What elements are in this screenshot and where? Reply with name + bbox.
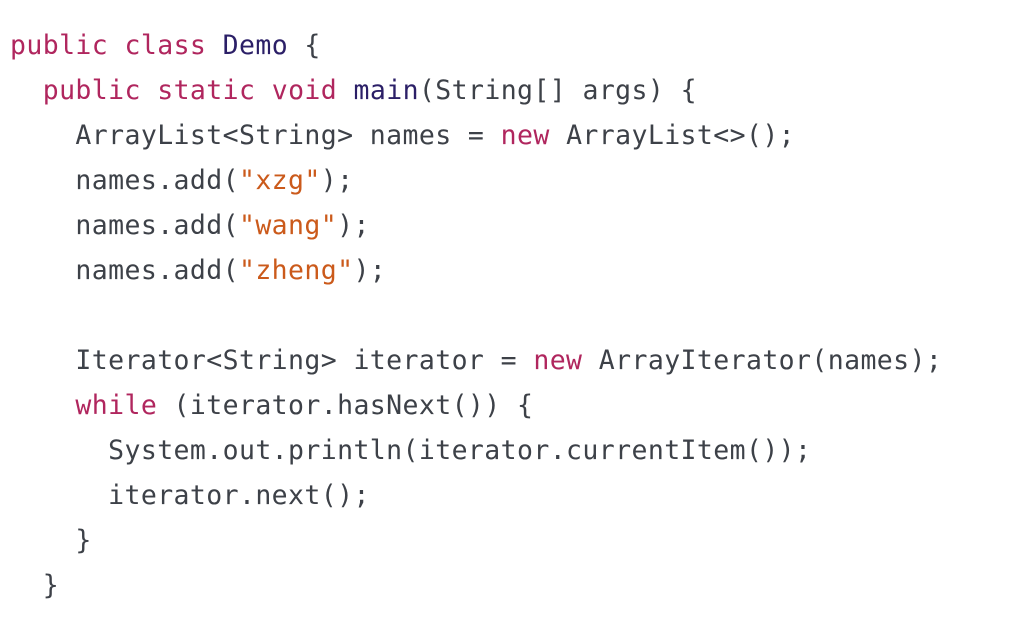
code-line: ArrayList<String> names = new ArrayList<… [10,113,942,158]
code-line: public class Demo { [10,23,942,68]
code-token-string: "xzg" [238,165,321,196]
code-token-keyword: void [271,75,338,106]
code-block: public class Demo { public static void m… [10,23,942,608]
code-token-default [108,30,124,61]
code-line: } [10,563,942,608]
code-token-class-name: Demo [222,30,289,61]
code-token-default: System.out.println(iterator.currentItem(… [108,435,812,466]
code-token-default: ArrayList<String> names = [75,120,501,151]
code-token-keyword: new [533,345,583,376]
code-token-default: ); [353,255,387,286]
code-token-default: { [288,30,321,61]
code-token-default: ); [337,210,370,241]
code-token-default: iterator.next(); [108,480,370,511]
code-token-keyword: class [124,30,207,61]
code-line: System.out.println(iterator.currentItem(… [10,428,942,473]
code-line: Iterator<String> iterator = new ArrayIte… [10,338,942,383]
code-token-default: Iterator<String> iterator = [75,345,534,376]
code-token-keyword: static [157,75,256,106]
code-line: names.add("wang"); [10,203,942,248]
code-token-default: } [42,570,60,601]
code-token-method-name: main [353,75,419,106]
code-token-default [206,30,222,61]
code-line: } [10,518,942,563]
code-token-default: } [75,525,92,556]
code-line: names.add("xzg"); [10,158,942,203]
code-token-default: ArrayList<>(); [549,120,796,151]
code-token-default: ArrayIterator(names); [582,345,943,376]
code-token-default: (iterator.hasNext()) { [157,390,534,421]
code-line: public static void main(String[] args) { [10,68,942,113]
code-token-keyword: public [10,30,109,61]
code-token-default: ); [320,165,354,196]
code-line: while (iterator.hasNext()) { [10,383,942,428]
code-token-default: (String[] args) { [418,75,697,106]
code-token-keyword: public [42,75,141,106]
code-line: iterator.next(); [10,473,942,518]
code-token-default: names.add( [75,165,239,196]
code-token-default [255,75,271,106]
code-token-string: "zheng" [238,255,354,286]
code-line: names.add("zheng"); [10,248,942,293]
code-token-keyword: while [75,390,158,421]
code-token-default [141,75,157,106]
code-token-default [337,75,353,106]
code-token-keyword: new [500,120,550,151]
code-token-string: "wang" [238,210,338,241]
code-token-default: names.add( [75,210,239,241]
code-token-default: names.add( [75,255,239,286]
